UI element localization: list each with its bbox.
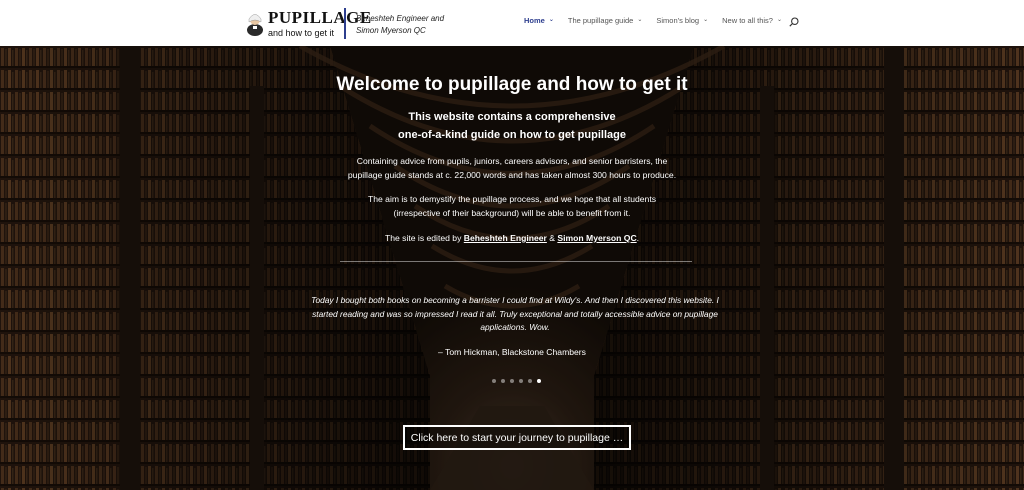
slider-dots <box>492 379 546 383</box>
quote-line: Today I bought both books on becoming a … <box>311 295 719 305</box>
hero-paragraph-1: Containing advice from pupils, juniors, … <box>0 155 1024 182</box>
hero-subtitle-line1: This website contains a comprehensive <box>408 111 616 123</box>
logo-editors-line1: Beheshteh Engineer and <box>356 14 445 23</box>
logo-editors: Beheshteh Engineer and Simon Myerson QC <box>356 13 444 37</box>
hero-paragraph-2: The aim is to demystify the pupillage pr… <box>0 193 1024 220</box>
hero-editors-line: The site is edited by Beheshteh Engineer… <box>0 232 1024 246</box>
paragraph-line: (irrespective of their background) will … <box>393 207 631 218</box>
slider-dot[interactable] <box>528 379 532 383</box>
start-journey-button[interactable]: Click here to start your journey to pupi… <box>403 425 631 450</box>
slider-dot[interactable] <box>510 379 514 383</box>
search-icon[interactable] <box>789 17 799 27</box>
testimonial-author: – Tom Hickman, Blackstone Chambers <box>438 347 586 357</box>
chevron-down-icon: ⌄ <box>776 17 783 23</box>
testimonial-quote: Today I bought both books on becoming a … <box>300 294 730 335</box>
hero-subtitle: This website contains a comprehensive on… <box>0 108 1024 144</box>
hero-section: Welcome to pupillage and how to get it T… <box>0 46 1024 490</box>
nav-item-label: Simon's blog <box>656 16 700 25</box>
paragraph-line: The aim is to demystify the pupillage pr… <box>367 194 657 204</box>
editor-link-beheshteh[interactable]: Beheshteh Engineer <box>464 233 547 243</box>
paragraph-line: pupillage guide stands at c. 22,000 word… <box>347 169 677 180</box>
editors-prefix: The site is edited by <box>384 233 464 243</box>
editors-and: & <box>546 233 558 243</box>
chevron-down-icon: ⌄ <box>637 17 643 23</box>
editor-link-simon[interactable]: Simon Myerson QC <box>557 233 636 243</box>
slider-dot[interactable] <box>519 379 523 383</box>
logo-editors-line2: Simon Myerson QC <box>356 26 426 35</box>
main-nav: Home ⌄ The pupillage guide ⌄ Simon's blo… <box>524 16 796 25</box>
slider-dot[interactable] <box>492 379 496 383</box>
quote-line: started reading and was so impressed I r… <box>312 308 718 319</box>
slider-dot[interactable] <box>537 379 541 383</box>
hero-subtitle-line2: one-of-a-kind guide on how to get pupill… <box>398 129 626 141</box>
quote-line: applications. Wow. <box>480 322 550 333</box>
nav-item-new-to-all-this[interactable]: New to all this? ⌄ <box>722 16 782 25</box>
paragraph-line: Containing advice from pupils, juniors, … <box>356 156 668 166</box>
nav-item-pupillage-guide[interactable]: The pupillage guide ⌄ <box>568 16 643 25</box>
site-header: PUPILLAGE and how to get it Beheshteh En… <box>0 0 1024 46</box>
nav-item-label: Home <box>524 16 545 25</box>
nav-item-home[interactable]: Home ⌄ <box>524 16 554 25</box>
nav-item-label: The pupillage guide <box>567 16 634 25</box>
logo-divider <box>344 8 346 39</box>
hero-title: Welcome to pupillage and how to get it <box>336 74 688 95</box>
nav-item-label: New to all this? <box>722 16 773 25</box>
divider <box>340 261 692 262</box>
slider-dot[interactable] <box>501 379 505 383</box>
chevron-down-icon: ⌄ <box>703 17 709 23</box>
editors-suffix: . <box>636 233 640 243</box>
chevron-down-icon: ⌄ <box>548 17 554 23</box>
barrister-logo-icon <box>247 14 263 36</box>
nav-item-simons-blog[interactable]: Simon's blog ⌄ <box>656 16 708 25</box>
site-logo[interactable]: PUPILLAGE and how to get it <box>244 7 372 39</box>
